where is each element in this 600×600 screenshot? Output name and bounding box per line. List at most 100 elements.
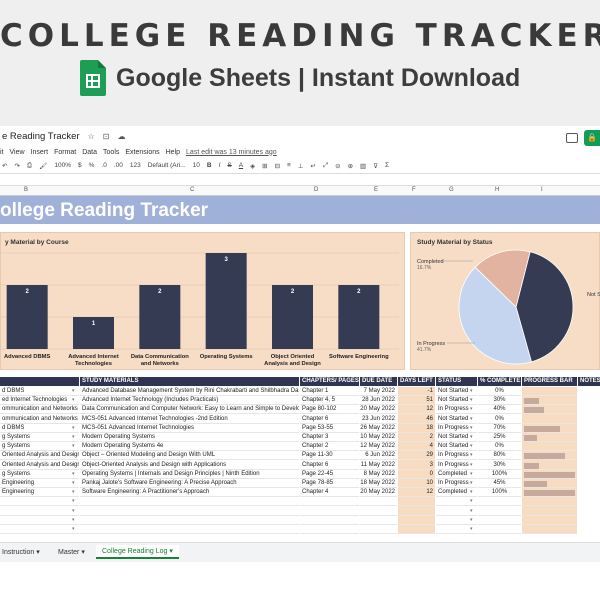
table-cell-pct[interactable] (478, 497, 521, 507)
table-cell-days[interactable]: 4 (398, 442, 435, 452)
table-cell-days[interactable]: 46 (398, 415, 435, 424)
table-cell-pct[interactable]: 0% (478, 442, 521, 452)
dropdown-arrow-icon[interactable]: ▾ (470, 508, 473, 514)
table-cell-days[interactable]: 29 (398, 451, 435, 461)
table-header-cell[interactable]: CHAPTERS/ PAGES (300, 377, 359, 386)
table-cell-pct[interactable]: 40% (478, 405, 521, 415)
valign-icon[interactable]: ⊥ (298, 162, 304, 170)
dropdown-arrow-icon[interactable]: ▾ (470, 443, 473, 449)
table-cell-days[interactable]: 18 (398, 424, 435, 433)
table-cell-pct[interactable]: 30% (478, 461, 521, 470)
table-cell-pct[interactable] (478, 507, 521, 516)
table-cell-chapters[interactable]: Page 22-45 (300, 470, 359, 479)
table-cell-chapters[interactable] (300, 507, 359, 516)
table-cell-pct[interactable]: 100% (478, 488, 521, 498)
sheet-tab[interactable]: College Reading Log ▾ (96, 545, 179, 559)
table-cell-course[interactable]: ommunication and Networks (0, 405, 79, 415)
decrease-decimal-button[interactable]: .0 (101, 162, 106, 169)
menu-item[interactable]: View (10, 149, 25, 156)
table-cell-days[interactable]: 2 (398, 433, 435, 442)
dropdown-arrow-icon[interactable]: ▾ (470, 388, 473, 394)
table-cell-chapters[interactable] (300, 525, 359, 534)
table-cell-material[interactable]: Operating Systems | Internals and Design… (80, 470, 299, 479)
comment-icon[interactable] (566, 133, 578, 143)
dropdown-arrow-icon[interactable]: ▾ (72, 434, 75, 440)
table-header-cell[interactable] (0, 377, 79, 386)
table-cell-progress[interactable] (522, 387, 577, 396)
dropdown-arrow-icon[interactable]: ▾ (72, 526, 75, 532)
bold-button[interactable]: B (207, 162, 212, 169)
table-cell-due[interactable]: 20 May 2022 (360, 405, 397, 415)
table-header-cell[interactable]: STATUS (436, 377, 477, 386)
print-icon[interactable]: ⎙ (27, 162, 32, 170)
table-cell-course[interactable]: d DBMS (0, 387, 79, 396)
pie-chart-panel[interactable]: Study Material by Status Completed 16.7% I… (410, 232, 600, 370)
dropdown-arrow-icon[interactable]: ▾ (72, 406, 75, 412)
table-cell-chapters[interactable]: Chapter 4 (300, 488, 359, 498)
dropdown-arrow-icon[interactable]: ▾ (470, 517, 473, 523)
menu-item[interactable]: Extensions (125, 149, 159, 156)
dropdown-arrow-icon[interactable]: ▾ (470, 489, 473, 495)
undo-icon[interactable]: ↶ (2, 162, 7, 170)
table-cell-pct[interactable]: 100% (478, 470, 521, 479)
strikethrough-button[interactable]: S (227, 162, 231, 169)
column-header-d[interactable]: D (314, 187, 318, 193)
table-cell-days[interactable]: 3 (398, 461, 435, 470)
table-cell-progress[interactable] (522, 415, 577, 424)
rotate-icon[interactable]: ⤢ (323, 162, 328, 170)
table-cell-chapters[interactable]: Page 53-55 (300, 424, 359, 433)
table-cell-course[interactable]: d DBMS (0, 424, 79, 433)
dropdown-arrow-icon[interactable]: ▾ (470, 480, 473, 486)
dropdown-arrow-icon[interactable]: ▾ (72, 443, 75, 449)
sheet-tab[interactable]: Instruction ▾ (2, 547, 40, 561)
dropdown-arrow-icon[interactable]: ▾ (72, 480, 75, 486)
table-cell-due[interactable]: 12 May 2022 (360, 442, 397, 452)
table-cell-days[interactable]: 10 (398, 479, 435, 488)
menu-item[interactable]: Help (166, 149, 180, 156)
table-cell-material[interactable]: Object-Oriented Analysis and Design with… (80, 461, 299, 470)
last-edit-link[interactable]: Last edit was 13 minutes ago (186, 149, 277, 156)
table-cell-due[interactable]: 23 Jun 2022 (360, 415, 397, 424)
dropdown-arrow-icon[interactable]: ▾ (470, 434, 473, 440)
insert-comment-icon[interactable]: ⊕ (348, 162, 353, 170)
table-cell-material[interactable]: Modern Operating Systems (80, 433, 299, 442)
table-cell-due[interactable] (360, 497, 397, 507)
table-cell-progress[interactable] (522, 442, 577, 452)
table-cell-material[interactable]: MCS-051 Advanced Internet Technologies (80, 424, 299, 433)
sheet-tab[interactable]: Master ▾ (58, 547, 85, 561)
font-size-select[interactable]: 10 (193, 162, 200, 169)
table-cell-due[interactable]: 28 Jun 2022 (360, 396, 397, 406)
dropdown-arrow-icon[interactable]: ▾ (72, 471, 75, 477)
table-cell-chapters[interactable] (300, 516, 359, 525)
table-cell-course[interactable]: ed Internet Technologies (0, 396, 79, 406)
table-cell-chapters[interactable]: Chapter 6 (300, 461, 359, 470)
dropdown-arrow-icon[interactable]: ▾ (470, 462, 473, 468)
table-cell-pct[interactable]: 30% (478, 396, 521, 406)
table-cell-due[interactable] (360, 507, 397, 516)
dropdown-arrow-icon[interactable]: ▾ (72, 416, 75, 422)
currency-format-button[interactable]: $ (78, 162, 82, 169)
table-cell-course[interactable]: Oriented Analysis and Design (0, 461, 79, 470)
table-cell-course[interactable] (0, 525, 79, 534)
dropdown-arrow-icon[interactable]: ▾ (72, 452, 75, 458)
document-title[interactable]: e Reading Tracker (2, 131, 80, 142)
table-cell-pct[interactable] (478, 516, 521, 525)
table-header-cell[interactable]: PROGRESS BAR (522, 377, 577, 386)
menu-item[interactable]: Data (82, 149, 97, 156)
table-cell-chapters[interactable]: Chapter 2 (300, 442, 359, 452)
table-cell-days[interactable] (398, 497, 435, 507)
column-header-f[interactable]: F (412, 187, 416, 193)
table-cell-course[interactable]: g Systems (0, 433, 79, 442)
table-cell-due[interactable] (360, 516, 397, 525)
table-cell-due[interactable]: 26 May 2022 (360, 424, 397, 433)
table-cell-material[interactable]: Software Engineering: A Practitioner's A… (80, 488, 299, 498)
tab-menu-icon[interactable]: ▾ (167, 548, 173, 555)
table-cell-pct[interactable]: 0% (478, 415, 521, 424)
table-cell-days[interactable]: 51 (398, 396, 435, 406)
dropdown-arrow-icon[interactable]: ▾ (72, 462, 75, 468)
table-cell-course[interactable]: g Systems (0, 442, 79, 452)
table-cell-material[interactable] (80, 525, 299, 534)
table-cell-progress[interactable] (522, 525, 577, 534)
table-cell-chapters[interactable]: Page 80-102 (300, 405, 359, 415)
table-cell-course[interactable]: Engineering (0, 479, 79, 488)
